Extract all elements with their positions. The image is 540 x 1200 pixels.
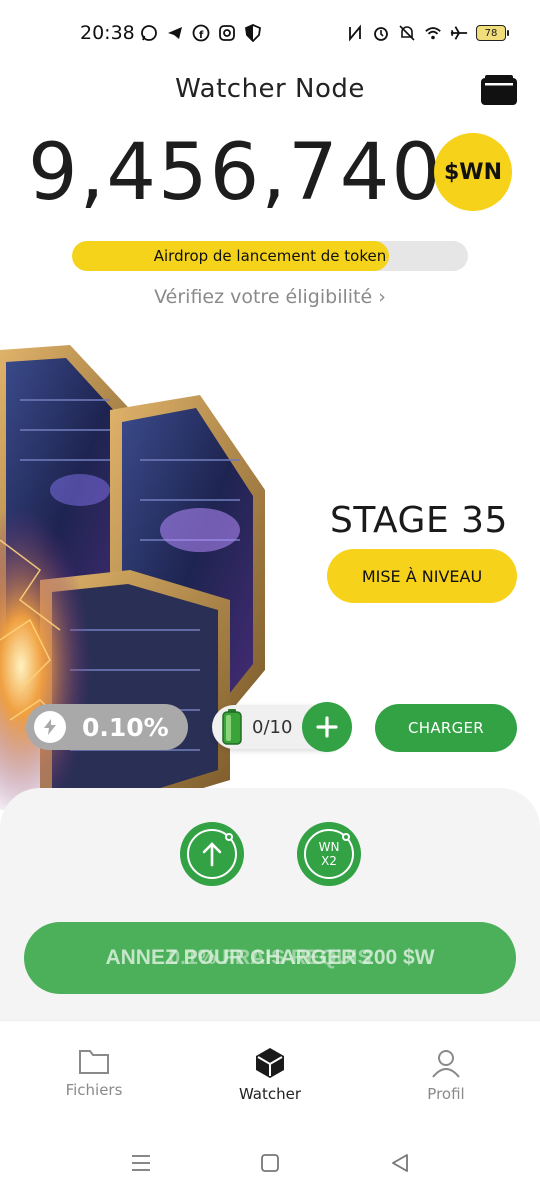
nav-item-watcher[interactable]: Watcher bbox=[210, 1047, 330, 1103]
balance-amount: 9,456,740 bbox=[28, 128, 443, 218]
wn-x2-boost-button[interactable]: WN X2 bbox=[297, 822, 361, 886]
airdrop-label: Airdrop de lancement de token bbox=[153, 247, 387, 265]
claim-button[interactable]: ANNEZ POUR CHARGER 200 $W 0.1% FRAIS REQ… bbox=[24, 922, 516, 994]
wallet-icon bbox=[481, 75, 517, 105]
upgrade-button[interactable]: MISE À NIVEAU bbox=[327, 549, 517, 603]
nav-label-files: Fichiers bbox=[65, 1081, 123, 1099]
status-bar: 20:38 f 78 bbox=[0, 0, 540, 68]
nfc-icon bbox=[346, 24, 364, 42]
airdrop-progress-bar: Airdrop de lancement de token bbox=[72, 241, 468, 271]
person-icon bbox=[432, 1050, 460, 1078]
nav-item-files[interactable]: Fichiers bbox=[34, 1047, 154, 1099]
airplane-icon bbox=[450, 24, 468, 42]
stage-label: STAGE 35 bbox=[330, 500, 508, 541]
cube-icon bbox=[256, 1048, 284, 1078]
back-icon[interactable] bbox=[390, 1154, 410, 1176]
status-time: 20:38 bbox=[80, 22, 135, 44]
wifi-icon bbox=[424, 24, 442, 42]
shield-icon bbox=[244, 24, 262, 42]
boost-label: WN X2 bbox=[319, 840, 340, 868]
claim-button-text-b: 0.1% FRAIS REQUIS bbox=[168, 946, 372, 969]
boost-label-line2: X2 bbox=[321, 854, 337, 868]
upload-boost-button[interactable] bbox=[180, 822, 244, 886]
facebook-icon: f bbox=[192, 24, 210, 42]
arrow-up-icon bbox=[202, 842, 222, 867]
add-energy-button[interactable] bbox=[302, 702, 352, 752]
nav-item-profile[interactable]: Profil bbox=[386, 1047, 506, 1103]
instagram-icon bbox=[218, 24, 236, 42]
svg-text:f: f bbox=[199, 30, 204, 41]
nav-label-watcher: Watcher bbox=[238, 1085, 302, 1103]
mining-rate-value: 0.10% bbox=[82, 712, 169, 742]
battery-level: 78 bbox=[484, 27, 498, 39]
battery-icon bbox=[222, 709, 242, 745]
battery-indicator: 78 bbox=[476, 25, 509, 41]
eligibility-link-label: Vérifiez votre éligibilité bbox=[154, 286, 373, 308]
nav-label-profile: Profil bbox=[427, 1085, 465, 1103]
mute-icon bbox=[398, 24, 416, 42]
whatsapp-icon bbox=[140, 24, 158, 42]
charge-button[interactable]: CHARGER bbox=[375, 704, 517, 752]
chevron-right-icon: › bbox=[378, 286, 386, 308]
mining-rate-badge: 0.10% bbox=[26, 704, 188, 750]
boost-label-line1: WN bbox=[318, 840, 340, 854]
wallet-button[interactable] bbox=[480, 74, 518, 106]
lightning-icon bbox=[34, 711, 66, 743]
folder-icon bbox=[79, 1050, 109, 1074]
page-title: Watcher Node bbox=[175, 74, 365, 104]
wn-token-icon: $WN bbox=[434, 133, 512, 211]
bottom-nav: Fichiers Watcher Profil bbox=[0, 1020, 540, 1125]
energy-value: 0/10 bbox=[252, 716, 293, 738]
plus-icon bbox=[316, 716, 338, 738]
alarm-icon bbox=[372, 24, 390, 42]
home-icon[interactable] bbox=[260, 1154, 280, 1176]
menu-icon[interactable] bbox=[131, 1154, 151, 1176]
telegram-icon bbox=[166, 24, 184, 42]
system-nav-bar bbox=[0, 1130, 540, 1200]
token-symbol: $WN bbox=[444, 159, 502, 185]
eligibility-link[interactable]: Vérifiez votre éligibilité › bbox=[0, 286, 540, 308]
